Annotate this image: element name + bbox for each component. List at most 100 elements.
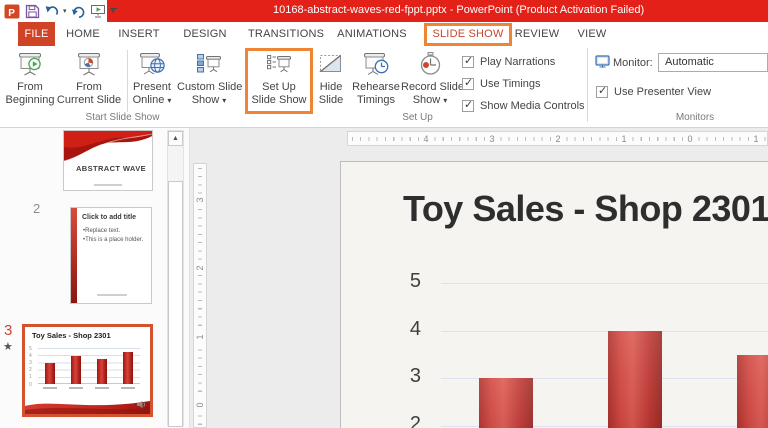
checkbox[interactable] (596, 84, 608, 98)
abstract-wave-graphic (64, 131, 152, 162)
use-timings-checkbox[interactable]: Use Timings (462, 76, 541, 91)
red-wave-graphic (25, 401, 150, 414)
dropdown-caret-icon: ▾ (167, 96, 172, 105)
mini-y-axis-label: 1 (29, 374, 32, 381)
slide-2-thumbnail[interactable]: Click to add title Replace text. This is… (70, 207, 152, 304)
ribbon-divider (127, 50, 128, 112)
rehearse-timings-button[interactable]: Rehearse Timings (351, 48, 401, 122)
checkbox[interactable] (462, 54, 474, 68)
ruler-number: 0 (194, 399, 206, 411)
tab-home[interactable]: HOME (62, 22, 104, 46)
slide-thumbnail-panel: ABSTRACT WAVE 2 Click to add title Repla… (0, 128, 190, 428)
mini-chart-bar (45, 362, 55, 385)
present-online-button[interactable]: Present Online ▾ (129, 48, 175, 122)
tab-view[interactable]: VIEW (570, 22, 614, 46)
mini-chart-bar (123, 352, 133, 385)
record-slide-show-button[interactable]: Record Slide Show ▾ (401, 48, 464, 122)
chart-bar (608, 330, 662, 428)
ruler-number: 2 (552, 133, 564, 145)
tab-transitions[interactable]: TRANSITIONS (248, 22, 324, 46)
button-label: Online ▾ (132, 94, 172, 106)
tab-insert[interactable]: INSERT (116, 22, 162, 46)
monitor-icon (595, 55, 610, 68)
y-axis-tick-label: 5 (409, 270, 421, 292)
button-label: From (76, 81, 102, 93)
save-icon[interactable] (24, 2, 41, 20)
slide-1-thumbnail[interactable]: ABSTRACT WAVE (63, 130, 153, 191)
monitor-label: Monitor: (613, 57, 653, 69)
y-axis-tick-label: 4 (409, 317, 421, 340)
hide-slide-button[interactable]: Hide Slide (311, 48, 351, 122)
thumbnail-scrollbar[interactable]: ▲ (167, 130, 184, 427)
slide-3-thumbnail[interactable]: Toy Sales - Shop 2301 012345 (22, 324, 153, 417)
button-label: Set Up (262, 81, 296, 93)
custom-slide-show-button[interactable]: Custom Slide Show ▾ (177, 48, 243, 122)
set-up-slide-show-button[interactable]: Set Up Slide Show (249, 48, 309, 122)
chart-bar (479, 378, 533, 428)
from-current-slide-button[interactable]: From Current Slide (55, 48, 123, 122)
tab-slide-show[interactable]: SLIDE SHOW (430, 22, 506, 46)
checkbox-label: Use Timings (480, 77, 541, 90)
slide-3-number: 3 (4, 322, 13, 339)
animation-star-icon: ★ (3, 341, 13, 353)
ruler-number: 4 (420, 133, 432, 145)
main-area: ABSTRACT WAVE 2 Click to add title Repla… (0, 128, 768, 428)
tab-design[interactable]: DESIGN (182, 22, 228, 46)
powerpoint-logo-icon[interactable]: P (3, 2, 22, 20)
ribbon-tab-row: FILE HOME INSERT DESIGN TRANSITIONS ANIM… (0, 22, 768, 46)
quick-access-toolbar: P ▾ ▾ (0, 0, 117, 22)
button-label: Hide (319, 81, 343, 93)
checkbox[interactable] (462, 98, 474, 112)
start-slideshow-icon[interactable] (89, 2, 107, 20)
from-beginning-button[interactable]: From Beginning (5, 48, 55, 122)
tab-animations[interactable]: ANIMATIONS (336, 22, 408, 46)
slide-2-title: Click to add title (82, 214, 137, 221)
mini-y-axis-label: 2 (29, 367, 32, 374)
horizontal-ruler: 4 3 2 1 0 1 (347, 131, 768, 146)
bar-chart[interactable]: 5 4 3 2 (341, 162, 768, 428)
scroll-up-arrow-icon[interactable]: ▲ (168, 131, 183, 146)
record-slide-show-icon (420, 52, 441, 75)
y-axis-tick-label: 3 (409, 365, 421, 388)
slide-2-number: 2 (33, 201, 41, 216)
monitor-dropdown[interactable]: Automatic (658, 53, 768, 72)
group-label-start-slide-show: Start Slide Show (85, 112, 160, 123)
button-label: Timings (356, 94, 396, 106)
tab-file[interactable]: FILE (18, 22, 55, 46)
button-label: Show ▾ (191, 94, 227, 106)
button-label: Current Slide (56, 94, 122, 106)
tab-review[interactable]: REVIEW (512, 22, 562, 46)
title-bar: P ▾ ▾ 10168-abstract-waves-red-fppt.pptx… (0, 0, 768, 22)
checkbox[interactable] (462, 76, 474, 90)
group-label-monitors: Monitors (675, 112, 715, 123)
button-label: Present (133, 81, 171, 93)
thumbnail-footer-text (97, 294, 127, 296)
show-media-controls-checkbox[interactable]: Show Media Controls (462, 98, 585, 113)
button-label: Beginning (5, 94, 55, 106)
mini-y-axis-label: 5 (29, 345, 32, 352)
button-label: Rehearse (352, 81, 400, 93)
mini-chart-bar (71, 355, 81, 385)
rehearse-timings-icon (364, 53, 389, 75)
red-accent-bar (71, 208, 77, 303)
present-online-icon (140, 53, 165, 75)
ribbon-group-divider (587, 48, 588, 122)
button-label: Custom Slide (177, 81, 243, 93)
button-label: Slide (318, 94, 344, 106)
redo-icon[interactable] (70, 2, 87, 20)
scrollbar-thumb[interactable] (168, 181, 183, 427)
customize-toolbar-icon[interactable]: ▾ (109, 2, 118, 20)
from-current-slide-icon (78, 53, 100, 76)
use-presenter-view-checkbox[interactable]: Use Presenter View (596, 84, 711, 99)
mini-x-axis-label (121, 387, 135, 389)
undo-icon[interactable] (43, 2, 60, 20)
slide-canvas[interactable]: Toy Sales - Shop 2301 5432 (340, 161, 768, 428)
undo-caret-icon[interactable]: ▾ (62, 2, 68, 20)
thumbnail-footer-text (94, 184, 122, 186)
slide-2-bullet: Replace text. (83, 228, 120, 234)
dropdown-caret-icon: ▾ (222, 96, 227, 105)
ruler-number: 3 (194, 194, 206, 206)
mini-y-axis-label: 4 (29, 352, 32, 359)
play-narrations-checkbox[interactable]: Play Narrations (462, 54, 555, 69)
mini-x-axis-label (43, 387, 57, 389)
